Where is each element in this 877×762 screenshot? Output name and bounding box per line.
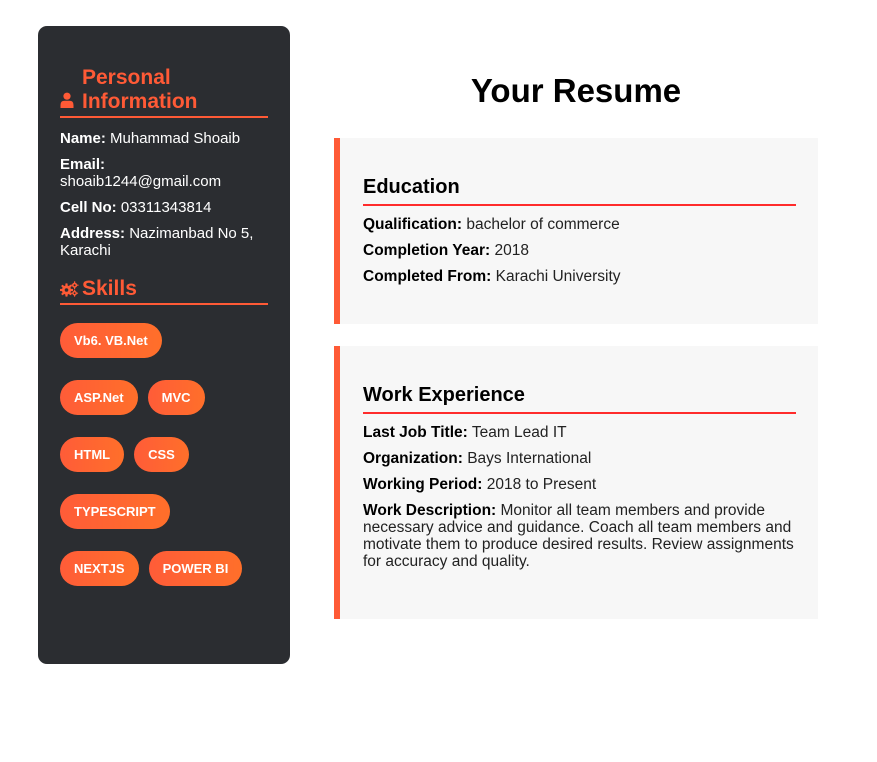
working-period-value: 2018 to Present — [486, 476, 597, 493]
info-name: Name: Muhammad Shoaib — [60, 130, 268, 147]
personal-info-list: Name: Muhammad Shoaib Email: shoaib1244@… — [60, 130, 268, 259]
completed-from-value: Karachi University — [495, 268, 621, 285]
work-last-job-title: Last Job Title: Team Lead IT — [363, 424, 796, 441]
skill-pill: ASP.Net — [60, 380, 138, 415]
info-name-label: Name: — [60, 130, 106, 147]
info-email-value: shoaib1244@gmail.com — [60, 173, 222, 190]
organization-value: Bays International — [467, 450, 592, 467]
personal-info-heading-text: Personal Information — [82, 66, 198, 113]
job-title-value: Team Lead IT — [471, 424, 567, 441]
user-icon — [60, 92, 82, 114]
work-organization: Organization: Bays International — [363, 450, 796, 467]
work-experience-heading: Work Experience — [363, 384, 796, 414]
skill-pill: HTML — [60, 437, 125, 472]
education-details: Qualification: bachelor of commerce Comp… — [363, 216, 796, 285]
info-cell-value: 03311343814 — [120, 199, 212, 216]
education-completion-year: Completion Year: 2018 — [363, 242, 796, 259]
info-name-value: Muhammad Shoaib — [110, 130, 241, 147]
completed-from-label: Completed From: — [363, 268, 492, 285]
work-description: Work Description: Monitor all team membe… — [363, 502, 796, 570]
gears-icon — [60, 281, 82, 297]
info-address: Address: Nazimanbad No 5, Karachi — [60, 225, 268, 259]
qualification-label: Qualification: — [363, 216, 463, 233]
education-completed-from: Completed From: Karachi University — [363, 268, 796, 285]
completion-year-value: 2018 — [494, 242, 529, 259]
skills-heading-text: Skills — [82, 277, 137, 300]
skill-pill: MVC — [147, 380, 205, 415]
work-experience-details: Last Job Title: Team Lead IT Organizatio… — [363, 424, 796, 570]
info-email: Email: shoaib1244@gmail.com — [60, 156, 268, 190]
resume-page: Personal Information Name: Muhammad Shoa… — [0, 0, 877, 762]
job-title-label: Last Job Title: — [363, 424, 468, 441]
skill-pill: CSS — [134, 437, 189, 472]
info-cell-label: Cell No: — [60, 199, 117, 216]
skill-pill: TYPESCRIPT — [60, 494, 170, 529]
skill-pill: NEXTJS — [60, 551, 139, 586]
education-heading: Education — [363, 176, 796, 206]
education-qualification: Qualification: bachelor of commerce — [363, 216, 796, 233]
working-period-label: Working Period: — [363, 476, 483, 493]
page-title: Your Resume — [470, 72, 682, 109]
personal-info-heading: Personal Information — [60, 66, 268, 118]
info-email-label: Email: — [60, 156, 106, 173]
skill-pill: Vb6. VB.Net — [60, 323, 162, 358]
skills-heading: Skills — [60, 277, 268, 305]
education-card: Education Qualification: bachelor of com… — [334, 138, 818, 324]
skills-list: Vb6. VB.Net ASP.Net MVC HTML CSS TYPESCR… — [60, 323, 270, 586]
qualification-value: bachelor of commerce — [466, 216, 620, 233]
sidebar: Personal Information Name: Muhammad Shoa… — [38, 26, 290, 664]
organization-label: Organization: — [363, 450, 463, 467]
skill-pill: POWER BI — [148, 551, 243, 586]
work-period: Working Period: 2018 to Present — [363, 476, 796, 493]
completion-year-label: Completion Year: — [363, 242, 491, 259]
work-experience-card: Work Experience Last Job Title: Team Lea… — [334, 346, 818, 619]
work-description-label: Work Description: — [363, 502, 497, 519]
info-address-label: Address: — [60, 225, 126, 242]
info-cell: Cell No: 03311343814 — [60, 199, 268, 216]
